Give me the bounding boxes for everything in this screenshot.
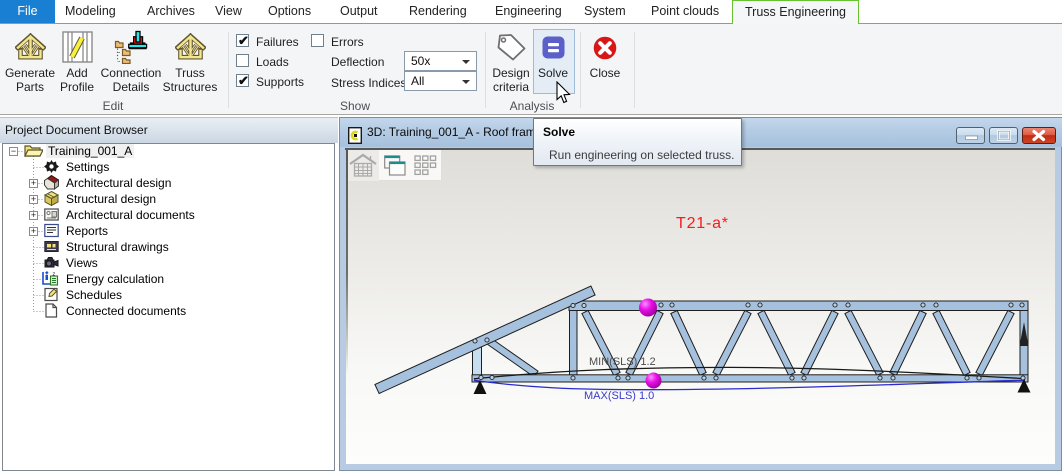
svg-text:MAX(SLS) 1.0: MAX(SLS) 1.0 [584, 390, 654, 402]
svg-text:z: z [53, 272, 56, 278]
svg-text:MIN(SLS) 1.2: MIN(SLS) 1.2 [589, 356, 656, 368]
